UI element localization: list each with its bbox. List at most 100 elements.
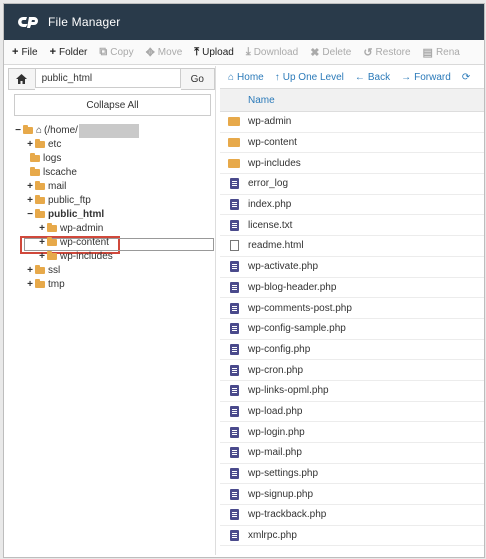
- tree-toggle-icon[interactable]: −: [14, 125, 22, 136]
- folder-icon: [35, 139, 45, 148]
- tree-node-wp-admin[interactable]: + wp-admin: [38, 222, 103, 235]
- file-row[interactable]: wp-trackback.php: [220, 505, 484, 526]
- folder-icon: [47, 223, 57, 232]
- file-row[interactable]: error_log: [220, 174, 484, 195]
- file-button[interactable]: + File: [12, 46, 38, 58]
- forward-button[interactable]: → Forward: [401, 72, 451, 83]
- tree-toggle-icon[interactable]: +: [26, 139, 34, 150]
- folder-button[interactable]: + Folder: [50, 46, 88, 58]
- delete-button[interactable]: ✖ Delete: [310, 46, 351, 59]
- home-button[interactable]: ⌂ Home: [228, 72, 264, 83]
- folder-icon: [228, 158, 240, 168]
- go-button[interactable]: Go: [180, 68, 215, 90]
- file-icon: [229, 447, 239, 459]
- tree-toggle-icon[interactable]: −: [26, 209, 34, 220]
- collapse-all-button[interactable]: Collapse All: [14, 94, 211, 116]
- tree-toggle-icon[interactable]: +: [26, 279, 34, 290]
- folder-icon: [228, 138, 240, 148]
- tree-node-ssl[interactable]: + ssl: [26, 264, 60, 277]
- file-row[interactable]: wp-blog-header.php: [220, 278, 484, 299]
- file-name: wp-activate.php: [248, 261, 319, 273]
- tree-toggle-icon[interactable]: +: [26, 265, 34, 276]
- upload-button[interactable]: ⤒ Upload: [194, 46, 234, 59]
- tree-node-lscache[interactable]: lscache: [30, 166, 77, 179]
- file-row[interactable]: wp-settings.php: [220, 464, 484, 485]
- reload-button[interactable]: ⟳: [462, 72, 473, 83]
- app-title: File Manager: [48, 15, 121, 29]
- tree-node-public-ftp[interactable]: + public_ftp: [26, 194, 91, 207]
- file-row[interactable]: wp-links-opml.php: [220, 381, 484, 402]
- path-input[interactable]: [34, 68, 181, 88]
- tree-toggle-icon[interactable]: +: [38, 251, 46, 262]
- rename-icon: ▤: [422, 46, 433, 59]
- file-row[interactable]: wp-mail.php: [220, 443, 484, 464]
- file-icon-cell: [220, 240, 248, 252]
- file-row[interactable]: wp-login.php: [220, 422, 484, 443]
- download-button[interactable]: ⤓ Download: [246, 46, 298, 59]
- file-row[interactable]: wp-config-sample.php: [220, 319, 484, 340]
- file-row[interactable]: wp-content: [220, 133, 484, 154]
- file-row[interactable]: wp-load.php: [220, 402, 484, 423]
- tree-toggle-icon[interactable]: +: [38, 237, 46, 248]
- plus-icon: +: [12, 46, 19, 58]
- file-icon: [229, 343, 239, 355]
- cpanel-logo-icon[interactable]: [18, 14, 42, 30]
- file-list-panel: ⌂ Home ↑ Up One Level ← Back → Forward ⟳ Name wp…: [220, 66, 484, 555]
- tree-label: logs: [43, 153, 62, 164]
- folder-icon: [30, 167, 40, 176]
- file-name: index.php: [248, 199, 292, 211]
- home-label: Home: [237, 71, 264, 83]
- tree-toggle-icon[interactable]: +: [26, 195, 34, 206]
- tree-node-logs[interactable]: logs: [30, 152, 61, 165]
- file-icon-cell: [220, 447, 248, 459]
- file-row[interactable]: readme.html: [220, 236, 484, 257]
- directory-tree: − ⌂ (/home/ + etc logs lscache + mail + public_ftp…: [8, 123, 215, 344]
- file-row[interactable]: wp-comments-post.php: [220, 298, 484, 319]
- file-name: wp-mail.php: [248, 447, 302, 459]
- file-icon-cell: [220, 219, 248, 231]
- tree-node-etc[interactable]: + etc: [26, 138, 61, 151]
- folder-icon: [35, 279, 45, 288]
- up-one-level-button[interactable]: ↑ Up One Level: [275, 72, 344, 83]
- up-one-level-label: Up One Level: [282, 71, 344, 83]
- file-name: wp-settings.php: [248, 468, 319, 480]
- rena-button[interactable]: ▤ Rena: [423, 46, 460, 59]
- file-icon-cell: [220, 178, 248, 190]
- file-row[interactable]: wp-cron.php: [220, 360, 484, 381]
- folder-icon: [47, 251, 57, 260]
- copy-button[interactable]: ⧉ Copy: [99, 46, 133, 59]
- file-icon: [229, 385, 239, 397]
- tree-node-mail[interactable]: + mail: [26, 180, 66, 193]
- file-row[interactable]: wp-config.php: [220, 340, 484, 361]
- name-column-header[interactable]: Name: [220, 88, 484, 112]
- file-manager-window: File Manager + File + Folder ⧉ Copy ✥ Move ⤒ Uplo…: [3, 3, 485, 558]
- file-row[interactable]: license.txt: [220, 215, 484, 237]
- tree-label: wp-admin: [60, 223, 104, 234]
- tree-label: public_ftp: [48, 195, 91, 206]
- reload-icon: ⟳: [461, 71, 471, 83]
- file-row[interactable]: wp-activate.php: [220, 257, 484, 278]
- back-button[interactable]: ← Back: [355, 72, 390, 83]
- folder-icon: [35, 265, 45, 274]
- file-row[interactable]: wp-signup.php: [220, 484, 484, 506]
- tree-node-wp-includes[interactable]: + wp-includes: [38, 250, 113, 263]
- tree-toggle-icon[interactable]: +: [26, 181, 34, 192]
- tree-label: (/home/: [44, 125, 78, 136]
- tree-toggle-icon[interactable]: +: [38, 223, 46, 234]
- tree-node-home[interactable]: − ⌂ (/home/: [14, 123, 139, 138]
- file-name: wp-content: [248, 137, 297, 149]
- file-row[interactable]: wp-admin: [220, 112, 484, 133]
- folder-icon: [30, 153, 40, 162]
- file-icon-cell: [220, 199, 248, 211]
- file-row[interactable]: xmlrpc.php: [220, 526, 484, 547]
- tree-node-tmp[interactable]: + tmp: [26, 278, 65, 291]
- file-row[interactable]: wp-includes: [220, 153, 484, 175]
- path-home-button[interactable]: [8, 68, 35, 90]
- delete-label: Delete: [322, 46, 352, 58]
- move-button[interactable]: ✥ Move: [146, 46, 183, 59]
- tree-node-public-html[interactable]: − public_html: [26, 208, 104, 221]
- restore-button[interactable]: ↺ Restore: [363, 46, 410, 59]
- tree-node-wp-content[interactable]: + wp-content: [38, 236, 109, 249]
- file-row[interactable]: index.php: [220, 195, 484, 216]
- back-label: Back: [367, 71, 391, 83]
